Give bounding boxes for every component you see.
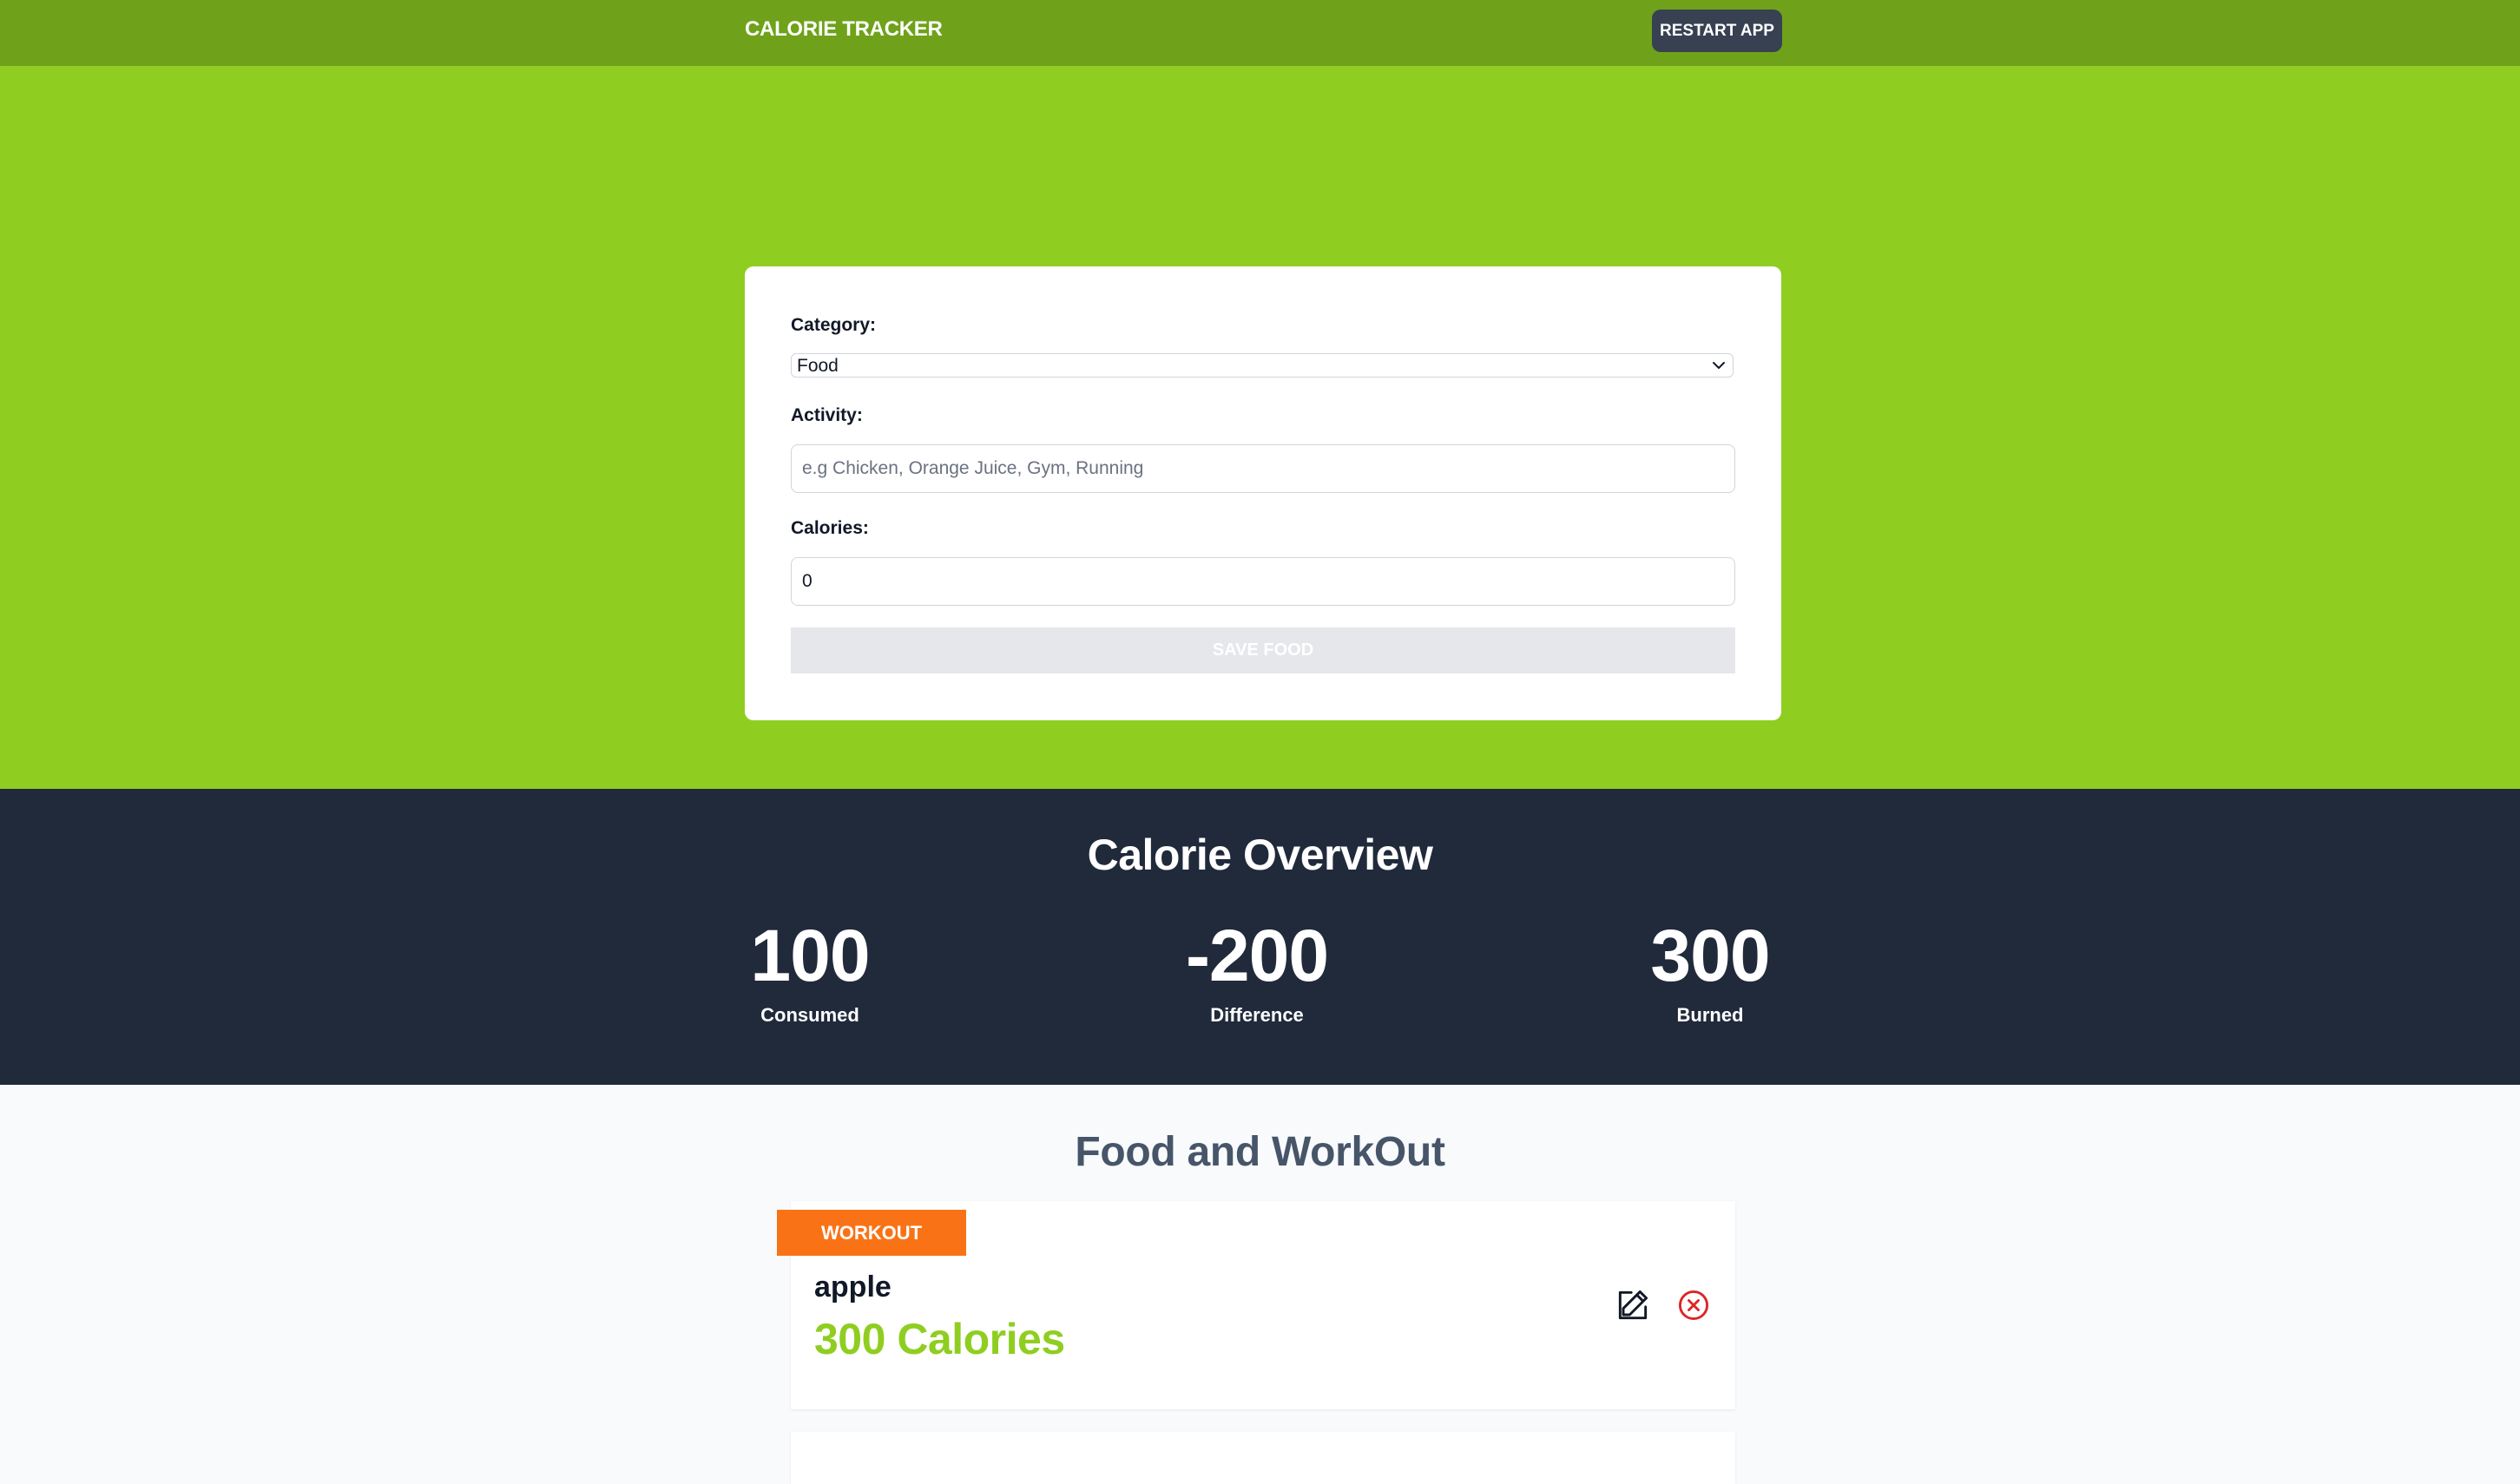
- category-selected-value: Food: [797, 356, 839, 376]
- delete-button[interactable]: [1675, 1286, 1713, 1324]
- stat-consumed: 100 Consumed: [671, 919, 949, 1027]
- stat-difference: -200 Difference: [1118, 919, 1396, 1027]
- overview-title: Calorie Overview: [1087, 831, 1433, 879]
- stat-label: Consumed: [760, 1004, 859, 1026]
- entry-calories: 300 Calories: [814, 1315, 1065, 1363]
- list-item: WORKOUT apple 300 Calories: [777, 1201, 1735, 1409]
- category-badge: WORKOUT: [777, 1210, 966, 1256]
- hero-section: Category: Food Activity: Calories: SAVE …: [0, 66, 2520, 789]
- activity-label: Activity:: [791, 405, 863, 425]
- stat-value: 100: [750, 915, 870, 996]
- top-navbar: CALORIE TRACKER RESTART APP: [0, 0, 2520, 66]
- category-label: Category:: [791, 315, 877, 335]
- app-title: CALORIE TRACKER: [745, 17, 943, 41]
- calories-input[interactable]: [791, 557, 1735, 606]
- list-item: [791, 1432, 1735, 1484]
- stat-label: Burned: [1676, 1004, 1744, 1026]
- chevron-down-icon: [1710, 357, 1727, 379]
- entry-name: apple: [814, 1271, 892, 1303]
- list-title: Food and WorkOut: [1075, 1129, 1445, 1175]
- close-circle-icon: [1675, 1290, 1713, 1327]
- edit-button[interactable]: [1614, 1286, 1652, 1324]
- edit-icon: [1614, 1290, 1652, 1327]
- stat-burned: 300 Burned: [1571, 919, 1849, 1027]
- stat-value: -200: [1185, 915, 1329, 996]
- stat-label: Difference: [1210, 1004, 1304, 1026]
- calorie-overview: Calorie Overview 100 Consumed -200 Diffe…: [0, 789, 2520, 1085]
- category-select[interactable]: Food: [791, 353, 1734, 378]
- restart-app-button[interactable]: RESTART APP: [1652, 10, 1782, 52]
- activity-input[interactable]: [791, 444, 1735, 493]
- save-food-button[interactable]: SAVE FOOD: [791, 627, 1735, 673]
- stat-value: 300: [1650, 915, 1770, 996]
- calories-label: Calories:: [791, 518, 869, 538]
- activity-form: Category: Food Activity: Calories: SAVE …: [745, 266, 1781, 720]
